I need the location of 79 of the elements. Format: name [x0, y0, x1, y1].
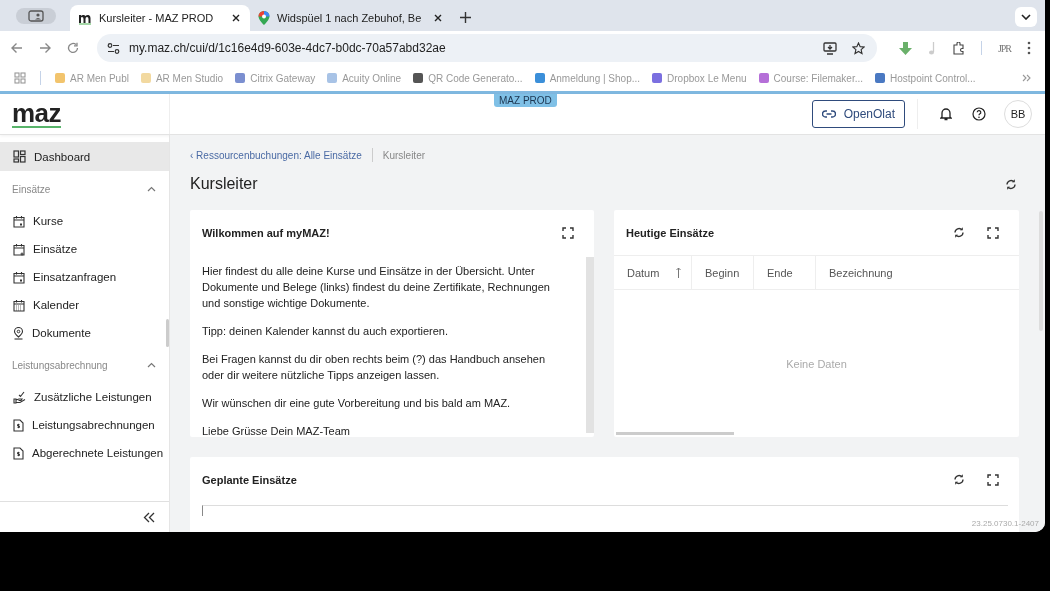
card-title: Wilkommen auf myMAZ! [202, 226, 331, 239]
url-text: my.maz.ch/cui/d/1c16e4d9-603e-4dc7-b0dc-70a57abd32ae [129, 41, 446, 55]
calendar-icon [13, 298, 25, 312]
double-chevron-icon[interactable] [1022, 74, 1031, 82]
breadcrumb-link[interactable]: ‹ Ressourcenbuchungen: Alle Einsätze [190, 149, 362, 161]
calendar-icon [13, 214, 25, 228]
column-header[interactable]: Datum [614, 256, 692, 289]
site-settings-icon[interactable] [107, 42, 120, 54]
nav-item[interactable]: Zusätzliche Leistungen [0, 383, 169, 411]
column-header[interactable]: Bezeichnung [816, 256, 1016, 289]
nav-item[interactable]: Einsätze [0, 235, 169, 263]
dashboard-icon [13, 150, 26, 163]
new-tab-icon[interactable] [460, 12, 472, 23]
nav-item[interactable]: Leistungsabrechnungen [0, 411, 169, 439]
expand-icon[interactable] [987, 226, 999, 239]
refresh-icon[interactable] [1005, 177, 1017, 191]
column-header[interactable]: Beginn [692, 256, 754, 289]
environment-badge: MAZ PROD [494, 94, 557, 107]
invoice-icon [13, 446, 24, 460]
address-bar[interactable]: my.maz.ch/cui/d/1c16e4d9-603e-4dc7-b0dc-70a57abd32ae [97, 34, 877, 62]
calendar-icon [13, 242, 25, 256]
scrollbar-thumb[interactable] [616, 432, 734, 435]
close-icon[interactable] [232, 14, 240, 22]
card-title: Heutige Einsätze [626, 226, 716, 239]
chevron-up-icon [147, 362, 156, 368]
welcome-paragraph: Hier findest du alle deine Kurse und Einsätze in der Übersicht. Unter Dokumente und Belege (links) findest du deine Zertifikate, Rechnungen und sonstige wichtige Dokumente. [202, 264, 551, 311]
expand-icon[interactable] [987, 473, 999, 486]
openolat-button[interactable]: OpenOlat [811, 100, 905, 128]
nav-item[interactable]: Einsatzanfragen [0, 263, 169, 291]
card-title: Geplante Einsätze [202, 473, 298, 486]
install-icon[interactable] [822, 41, 837, 55]
version-text: 23.25.0730.1-2407 [971, 519, 1039, 528]
tab-list-button[interactable] [1015, 7, 1037, 27]
link-icon [821, 110, 836, 118]
invoice-icon [13, 418, 24, 432]
scrollbar-thumb[interactable] [586, 257, 594, 433]
back-icon[interactable] [11, 42, 23, 54]
map-pin-icon [258, 11, 270, 25]
reload-icon[interactable] [67, 42, 79, 54]
nav-item[interactable]: Dashboard [0, 142, 169, 171]
close-icon[interactable] [434, 14, 443, 22]
location-pin-icon [13, 326, 24, 340]
welcome-paragraph: Tipp: deinen Kalender kannst du auch exportieren. [202, 324, 450, 339]
star-icon[interactable] [851, 41, 865, 55]
refresh-icon[interactable] [953, 473, 965, 486]
logo[interactable]: maz [12, 100, 62, 128]
browser-tab[interactable]: Kursleiter - MAZ PROD [70, 5, 250, 31]
section-header[interactable]: Leistungsabrechnung [0, 347, 169, 383]
refresh-icon[interactable] [953, 226, 965, 239]
calendar-icon [13, 270, 25, 284]
tab-title: Kursleiter - MAZ PROD [99, 12, 215, 24]
collapse-icon[interactable] [143, 511, 155, 523]
puzzle-icon[interactable] [951, 41, 965, 55]
profile-icon[interactable] [16, 8, 56, 24]
browser-tab[interactable]: Widspüel 1 nach Zebuhof, Be [250, 5, 453, 31]
chevron-down-icon [1021, 14, 1031, 20]
hand-check-icon [13, 390, 26, 404]
welcome-paragraph: Wir wünschen dir eine gute Vorbereitung und bis bald am MAZ. [202, 396, 512, 411]
chevron-up-icon [147, 186, 156, 192]
tab-title: Widspüel 1 nach Zebuhof, Be [277, 12, 422, 24]
section-header[interactable]: Einsätze [0, 171, 169, 207]
forward-icon[interactable] [39, 42, 51, 54]
download-arrow-icon[interactable] [898, 41, 912, 55]
column-header[interactable]: Ende [754, 256, 816, 289]
profile-button[interactable]: JPR [997, 42, 1011, 54]
more-icon[interactable] [1027, 41, 1031, 55]
scrollbar-thumb[interactable] [166, 319, 169, 347]
help-icon[interactable] [972, 107, 986, 121]
page-title: Kursleiter [190, 175, 258, 193]
nav-item[interactable]: Dokumente [0, 319, 169, 347]
breadcrumb-current: Kursleiter [382, 149, 426, 161]
nav-item[interactable]: Kurse [0, 207, 169, 235]
welcome-paragraph: Bei Fragen kannst du dir oben rechts beim (?) das Handbuch ansehen oder dir weitere nützliche Tipps anzeigen lassen. [202, 352, 547, 383]
welcome-paragraph: Liebe Grüsse Dein MAZ-Team [202, 424, 351, 437]
nav-item[interactable]: Abgerechnete Leistungen [0, 439, 169, 467]
bell-icon[interactable] [940, 107, 952, 121]
empty-message: Keine Daten [786, 357, 847, 370]
nav-item[interactable]: Kalender [0, 291, 169, 319]
expand-icon[interactable] [562, 226, 574, 239]
